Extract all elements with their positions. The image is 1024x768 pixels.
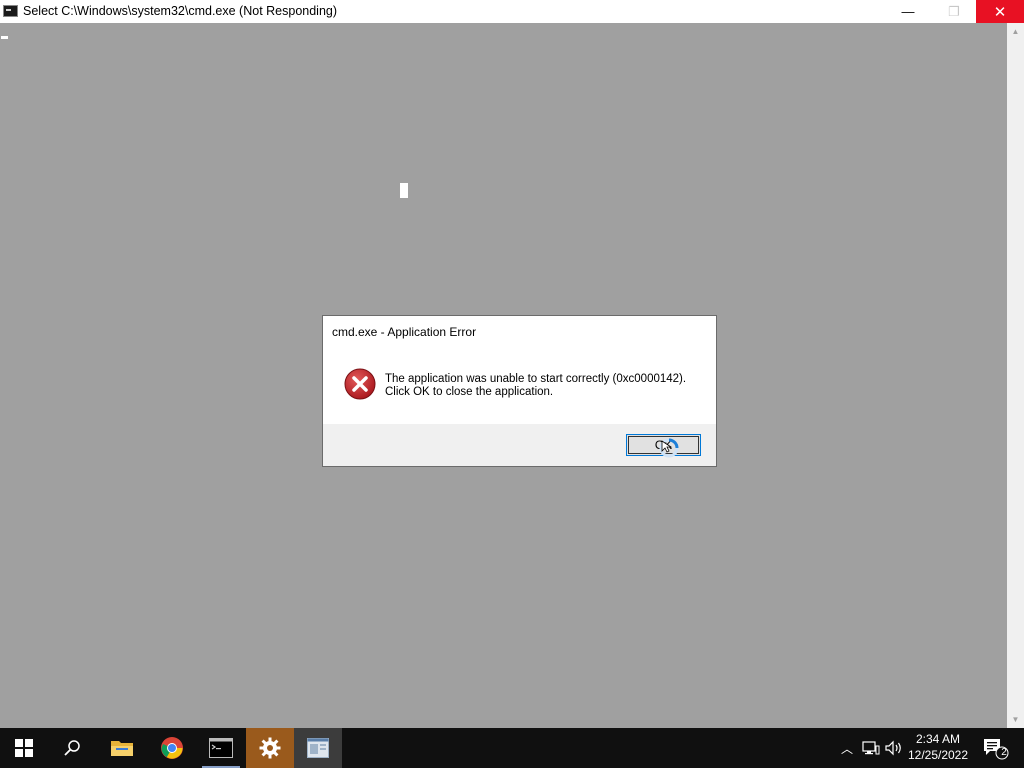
scroll-up-arrow-icon[interactable]: ▲ <box>1007 23 1024 40</box>
dialog-message: The application was unable to start corr… <box>385 373 686 399</box>
taskbar-app-window[interactable] <box>294 728 342 768</box>
minimize-button[interactable]: — <box>885 0 931 23</box>
notification-count: 2 <box>1001 747 1007 758</box>
close-button[interactable]: ✕ <box>976 0 1024 23</box>
volume-icon[interactable] <box>884 728 904 768</box>
taskbar: ︿ 2:34 AM 12/25/2022 2 <box>0 728 1024 768</box>
scroll-down-arrow-icon[interactable]: ▼ <box>1007 711 1024 728</box>
window-title: Select C:\Windows\system32\cmd.exe (Not … <box>23 4 338 18</box>
start-button[interactable] <box>0 728 48 768</box>
command-prompt-icon <box>209 738 233 758</box>
notification-center-button[interactable]: 2 <box>978 728 1012 768</box>
clock-date: 12/25/2022 <box>907 748 969 762</box>
console-cursor <box>1 36 8 39</box>
taskbar-file-explorer[interactable] <box>98 728 146 768</box>
dialog-message-line2: Click OK to close the application. <box>385 386 554 398</box>
chrome-icon <box>161 737 183 759</box>
search-icon <box>64 740 80 756</box>
window-app-icon <box>307 738 329 758</box>
taskbar-settings[interactable] <box>246 728 294 768</box>
folder-icon <box>111 741 133 756</box>
windows-logo-icon <box>15 739 33 757</box>
show-hidden-icons-chevron-icon[interactable]: ︿ <box>838 728 856 768</box>
dialog-title: cmd.exe - Application Error <box>332 325 477 339</box>
clock-time: 2:34 AM <box>915 732 961 746</box>
search-button[interactable] <box>48 728 96 768</box>
cmd-app-icon[interactable] <box>3 5 18 17</box>
text-caret <box>400 183 408 198</box>
taskbar-chrome[interactable] <box>148 728 196 768</box>
taskbar-command-prompt[interactable] <box>198 728 244 768</box>
window-titlebar[interactable]: Select C:\Windows\system32\cmd.exe (Not … <box>0 0 1024 23</box>
gear-icon <box>259 737 281 759</box>
busy-cursor-icon <box>659 438 679 458</box>
system-clock[interactable]: 2:34 AM 12/25/2022 <box>906 731 970 763</box>
network-icon[interactable] <box>860 728 882 768</box>
dialog-message-line1: The application was unable to start corr… <box>385 373 687 385</box>
maximize-button[interactable]: ❐ <box>931 0 977 23</box>
error-icon <box>344 368 376 400</box>
vertical-scrollbar[interactable]: ▲ ▼ <box>1007 23 1024 728</box>
